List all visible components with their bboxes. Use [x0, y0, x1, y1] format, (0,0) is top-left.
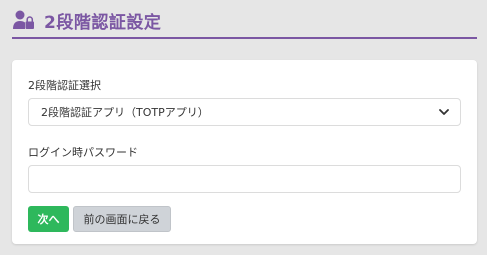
form-card: 2段階認証選択 2段階認証アプリ（TOTPアプリ） ログイン時パスワード 次へ …: [12, 60, 477, 244]
page-title: 2段階認証設定: [44, 12, 162, 33]
page-header: 2段階認証設定: [12, 4, 476, 36]
next-button[interactable]: 次へ: [28, 206, 69, 232]
header-divider: [12, 37, 477, 39]
method-label: 2段階認証選択: [28, 79, 101, 92]
method-select[interactable]: 2段階認証アプリ（TOTPアプリ）: [28, 98, 461, 126]
user-lock-icon: [12, 8, 36, 32]
back-button[interactable]: 前の画面に戻る: [73, 206, 171, 232]
method-select-value: 2段階認証アプリ（TOTPアプリ）: [41, 106, 209, 119]
password-input[interactable]: [28, 165, 461, 193]
chevron-down-icon: [438, 106, 450, 118]
password-label: ログイン時パスワード: [28, 146, 138, 159]
